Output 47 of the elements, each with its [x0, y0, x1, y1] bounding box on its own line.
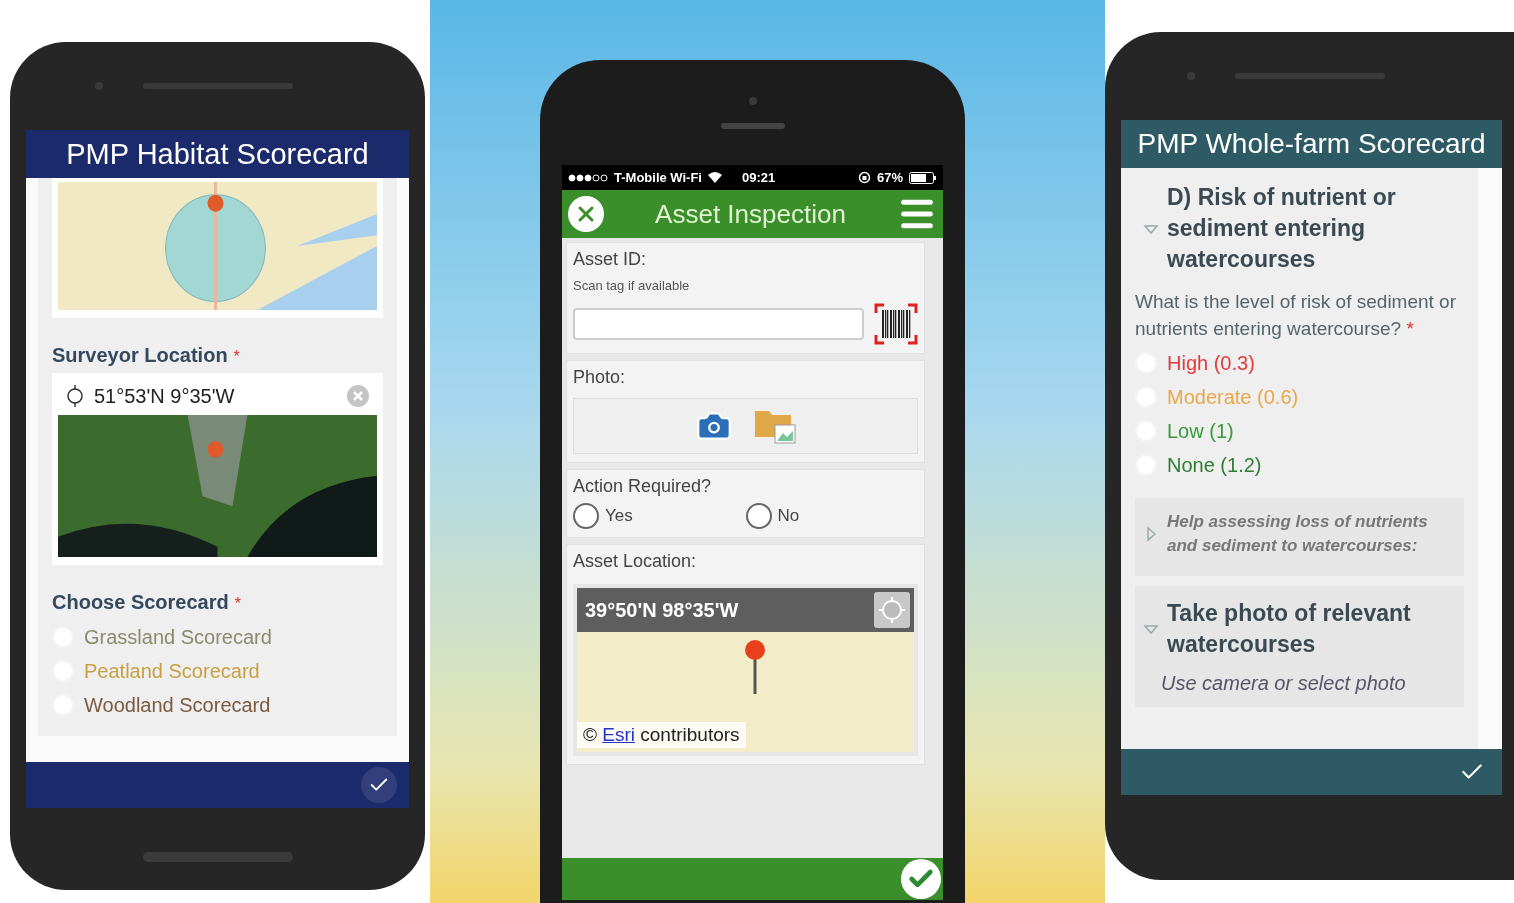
option-label: Peatland Scorecard	[84, 659, 260, 683]
required-mark: *	[233, 348, 240, 366]
field-label: Photo:	[573, 367, 627, 388]
question-text: What is the level of risk of sediment or nutrients entering watercourse? *	[1135, 290, 1457, 341]
field-hint: Scan tag if available	[573, 278, 691, 293]
wifi-icon	[708, 172, 722, 183]
battery-text: 67%	[876, 170, 903, 185]
option-label: Yes	[605, 506, 633, 526]
clock-text: 09:21	[742, 170, 776, 185]
barcode-scan-icon[interactable]	[874, 303, 918, 345]
field-label: Choose Scorecard	[52, 591, 229, 614]
field-label: Asset Location:	[573, 551, 698, 572]
option-label: None (1.2)	[1167, 453, 1262, 477]
radio-button[interactable]	[745, 503, 772, 529]
camera-lens	[748, 96, 757, 105]
option-label: Grassland Scorecard	[84, 625, 272, 649]
submit-button[interactable]	[361, 767, 397, 803]
carrier-text: T-Mobile Wi-Fi	[614, 170, 702, 185]
esri-link[interactable]: Esri	[602, 724, 635, 745]
radio-button[interactable]	[573, 503, 599, 529]
photo-hint: Use camera or select photo	[1160, 671, 1407, 695]
field-label: Action Required?	[573, 476, 713, 497]
clear-icon[interactable]	[347, 385, 369, 407]
locate-button[interactable]	[874, 592, 910, 628]
coordinates-text: 39°50'N 98°35'W	[585, 598, 740, 622]
help-text: Help assessing loss of nutrients and sediment to watercourses:	[1167, 511, 1429, 558]
option-label: High (0.3)	[1167, 351, 1255, 375]
field-label: Surveyor Location	[52, 344, 228, 367]
option-label: Low (1)	[1167, 419, 1234, 443]
section-heading: D) Risk of nutrient or sediment entering watercourses	[1167, 183, 1397, 275]
battery-icon	[909, 171, 937, 184]
app-title: PMP Whole-farm Scorecard	[1121, 120, 1502, 168]
close-button[interactable]	[568, 196, 604, 232]
option-label: Woodland Scorecard	[84, 693, 271, 717]
map-attribution: © Esri contributors	[577, 722, 746, 748]
rotation-lock-icon	[857, 171, 871, 184]
option-label: No	[777, 506, 800, 526]
section-heading: Take photo of relevant watercourses	[1167, 598, 1412, 659]
earpiece	[720, 122, 785, 129]
app-title: PMP Habitat Scorecard	[26, 130, 409, 178]
app-title: Asset Inspection	[654, 198, 847, 230]
option-label: Moderate (0.6)	[1167, 385, 1299, 409]
signal-icon	[568, 173, 608, 182]
required-mark: *	[234, 595, 241, 613]
field-label: Asset ID:	[573, 249, 648, 270]
asset-id-field[interactable]	[573, 308, 864, 340]
crosshair-icon	[66, 385, 84, 407]
